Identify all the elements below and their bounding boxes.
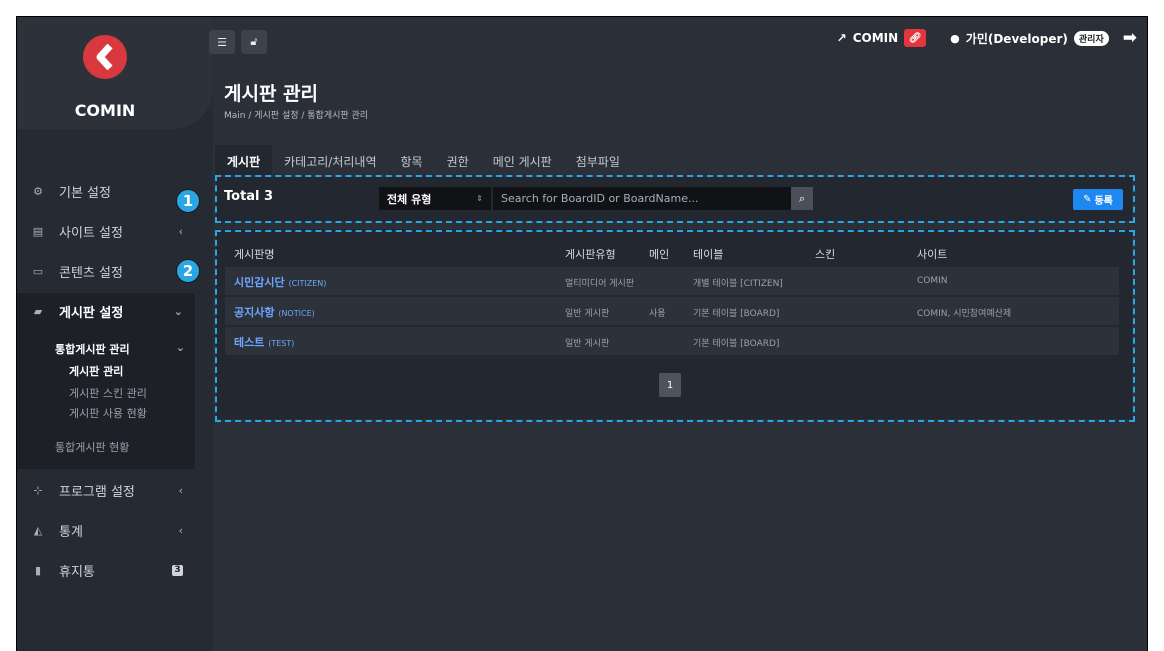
- tab-main-board[interactable]: 메인 게시판: [481, 145, 564, 175]
- app-window: COMIN ⚙ 기본 설정 ▤ 사이트 설정 ‹ ▭ 콘텐츠 설정 ▰ 게시판 …: [16, 16, 1148, 651]
- tab-category[interactable]: 카테고리/처리내역: [272, 145, 388, 175]
- sidebar-item-label: 프로그램 설정: [59, 484, 135, 500]
- sidebar-item-statistics[interactable]: ◭ 통계 ‹: [17, 512, 195, 548]
- list-toggle-button[interactable]: ☰: [209, 30, 235, 54]
- board-settings-submenu: 통합게시판 관리 ⌄ 게시판 관리 게시판 스킨 관리 게시판 사용 현황 통합…: [17, 329, 195, 469]
- submenu-board-management[interactable]: 게시판 관리: [69, 363, 123, 379]
- callout-marker: 1: [176, 189, 200, 213]
- server-icon: ▤: [32, 224, 44, 238]
- tab-bar: 게시판 카테고리/처리내역 항목 권한 메인 게시판 첨부파일: [215, 145, 632, 175]
- top-right-bar: ↗ COMIN 🔗︎ ● 가민(Developer) 관리자 ➡: [831, 27, 1137, 49]
- chevron-left-icon: ‹: [178, 483, 183, 497]
- unlock-icon: 🔓︎: [250, 35, 258, 48]
- external-link-icon: ↗: [836, 31, 847, 45]
- sidebar-item-label: 콘텐츠 설정: [59, 265, 123, 281]
- trash-icon: ▮: [34, 563, 42, 577]
- hdd-icon: ▭: [32, 264, 44, 278]
- logo-area: COMIN: [17, 17, 213, 129]
- trash-count-badge: 3: [172, 564, 183, 576]
- callout-box-toolbar: [215, 175, 1135, 223]
- gears-icon: ⚙: [33, 184, 43, 198]
- sidebar-item-program-settings[interactable]: ⊹ 프로그램 설정 ‹: [17, 472, 195, 508]
- sidebar-item-label: 기본 설정: [59, 185, 111, 201]
- role-badge: 관리자: [1073, 30, 1109, 46]
- user-name[interactable]: 가민(Developer): [966, 30, 1068, 47]
- breadcrumb: Main / 게시판 설정 / 통합게시판 관리: [224, 111, 369, 121]
- tab-board[interactable]: 게시판: [215, 145, 273, 175]
- submenu-board-usage-status[interactable]: 게시판 사용 현황: [69, 405, 147, 421]
- tab-permissions[interactable]: 권한: [435, 145, 481, 175]
- site-link[interactable]: COMIN: [853, 31, 898, 45]
- comin-logo-icon[interactable]: [83, 35, 127, 79]
- user-circle-icon: ●: [950, 31, 960, 45]
- sidebar: COMIN ⚙ 기본 설정 ▤ 사이트 설정 ‹ ▭ 콘텐츠 설정 ▰ 게시판 …: [17, 17, 213, 651]
- unlock-button[interactable]: 🔓︎: [241, 30, 267, 54]
- sitemap-icon: ⊹: [33, 483, 43, 497]
- callout-box-table: [215, 230, 1135, 422]
- brand-name: COMIN: [74, 101, 136, 120]
- list-icon: ☰: [217, 35, 227, 49]
- chevron-down-icon: ⌄: [173, 304, 183, 318]
- sidebar-item-label: 통계: [59, 524, 83, 540]
- link-icon[interactable]: 🔗︎: [904, 29, 927, 47]
- tab-attachments[interactable]: 첨부파일: [564, 145, 632, 175]
- logout-icon[interactable]: ➡: [1123, 28, 1137, 48]
- sidebar-item-trash[interactable]: ▮ 휴지통 3: [17, 552, 195, 588]
- sidebar-item-site-settings[interactable]: ▤ 사이트 설정 ‹: [17, 213, 195, 249]
- sidebar-item-label: 사이트 설정: [59, 225, 123, 241]
- sidebar-item-content-settings[interactable]: ▭ 콘텐츠 설정: [17, 253, 195, 289]
- sidebar-item-board-settings[interactable]: ▰ 게시판 설정 ⌄: [17, 293, 195, 329]
- chevron-left-icon: ‹: [178, 224, 183, 238]
- submenu-board-skin-management[interactable]: 게시판 스킨 관리: [69, 385, 147, 401]
- callout-marker: 2: [176, 259, 200, 283]
- tab-fields[interactable]: 항목: [389, 145, 435, 175]
- submenu-integrated-board-status[interactable]: 통합게시판 현황: [55, 439, 129, 455]
- chevron-left-icon: ‹: [178, 523, 183, 537]
- sidebar-item-basic-settings[interactable]: ⚙ 기본 설정: [17, 173, 195, 209]
- page-title: 게시판 관리: [224, 83, 319, 105]
- sidebar-item-label: 게시판 설정: [59, 305, 124, 321]
- sidebar-item-label: 휴지통: [59, 564, 95, 580]
- area-chart-icon: ◭: [33, 523, 43, 537]
- submenu-integrated-board-management[interactable]: 통합게시판 관리 ⌄: [55, 341, 185, 357]
- comments-icon: ▰: [33, 304, 43, 318]
- chevron-down-icon: ⌄: [175, 341, 185, 354]
- submenu-group-label: 통합게시판 관리: [55, 343, 130, 356]
